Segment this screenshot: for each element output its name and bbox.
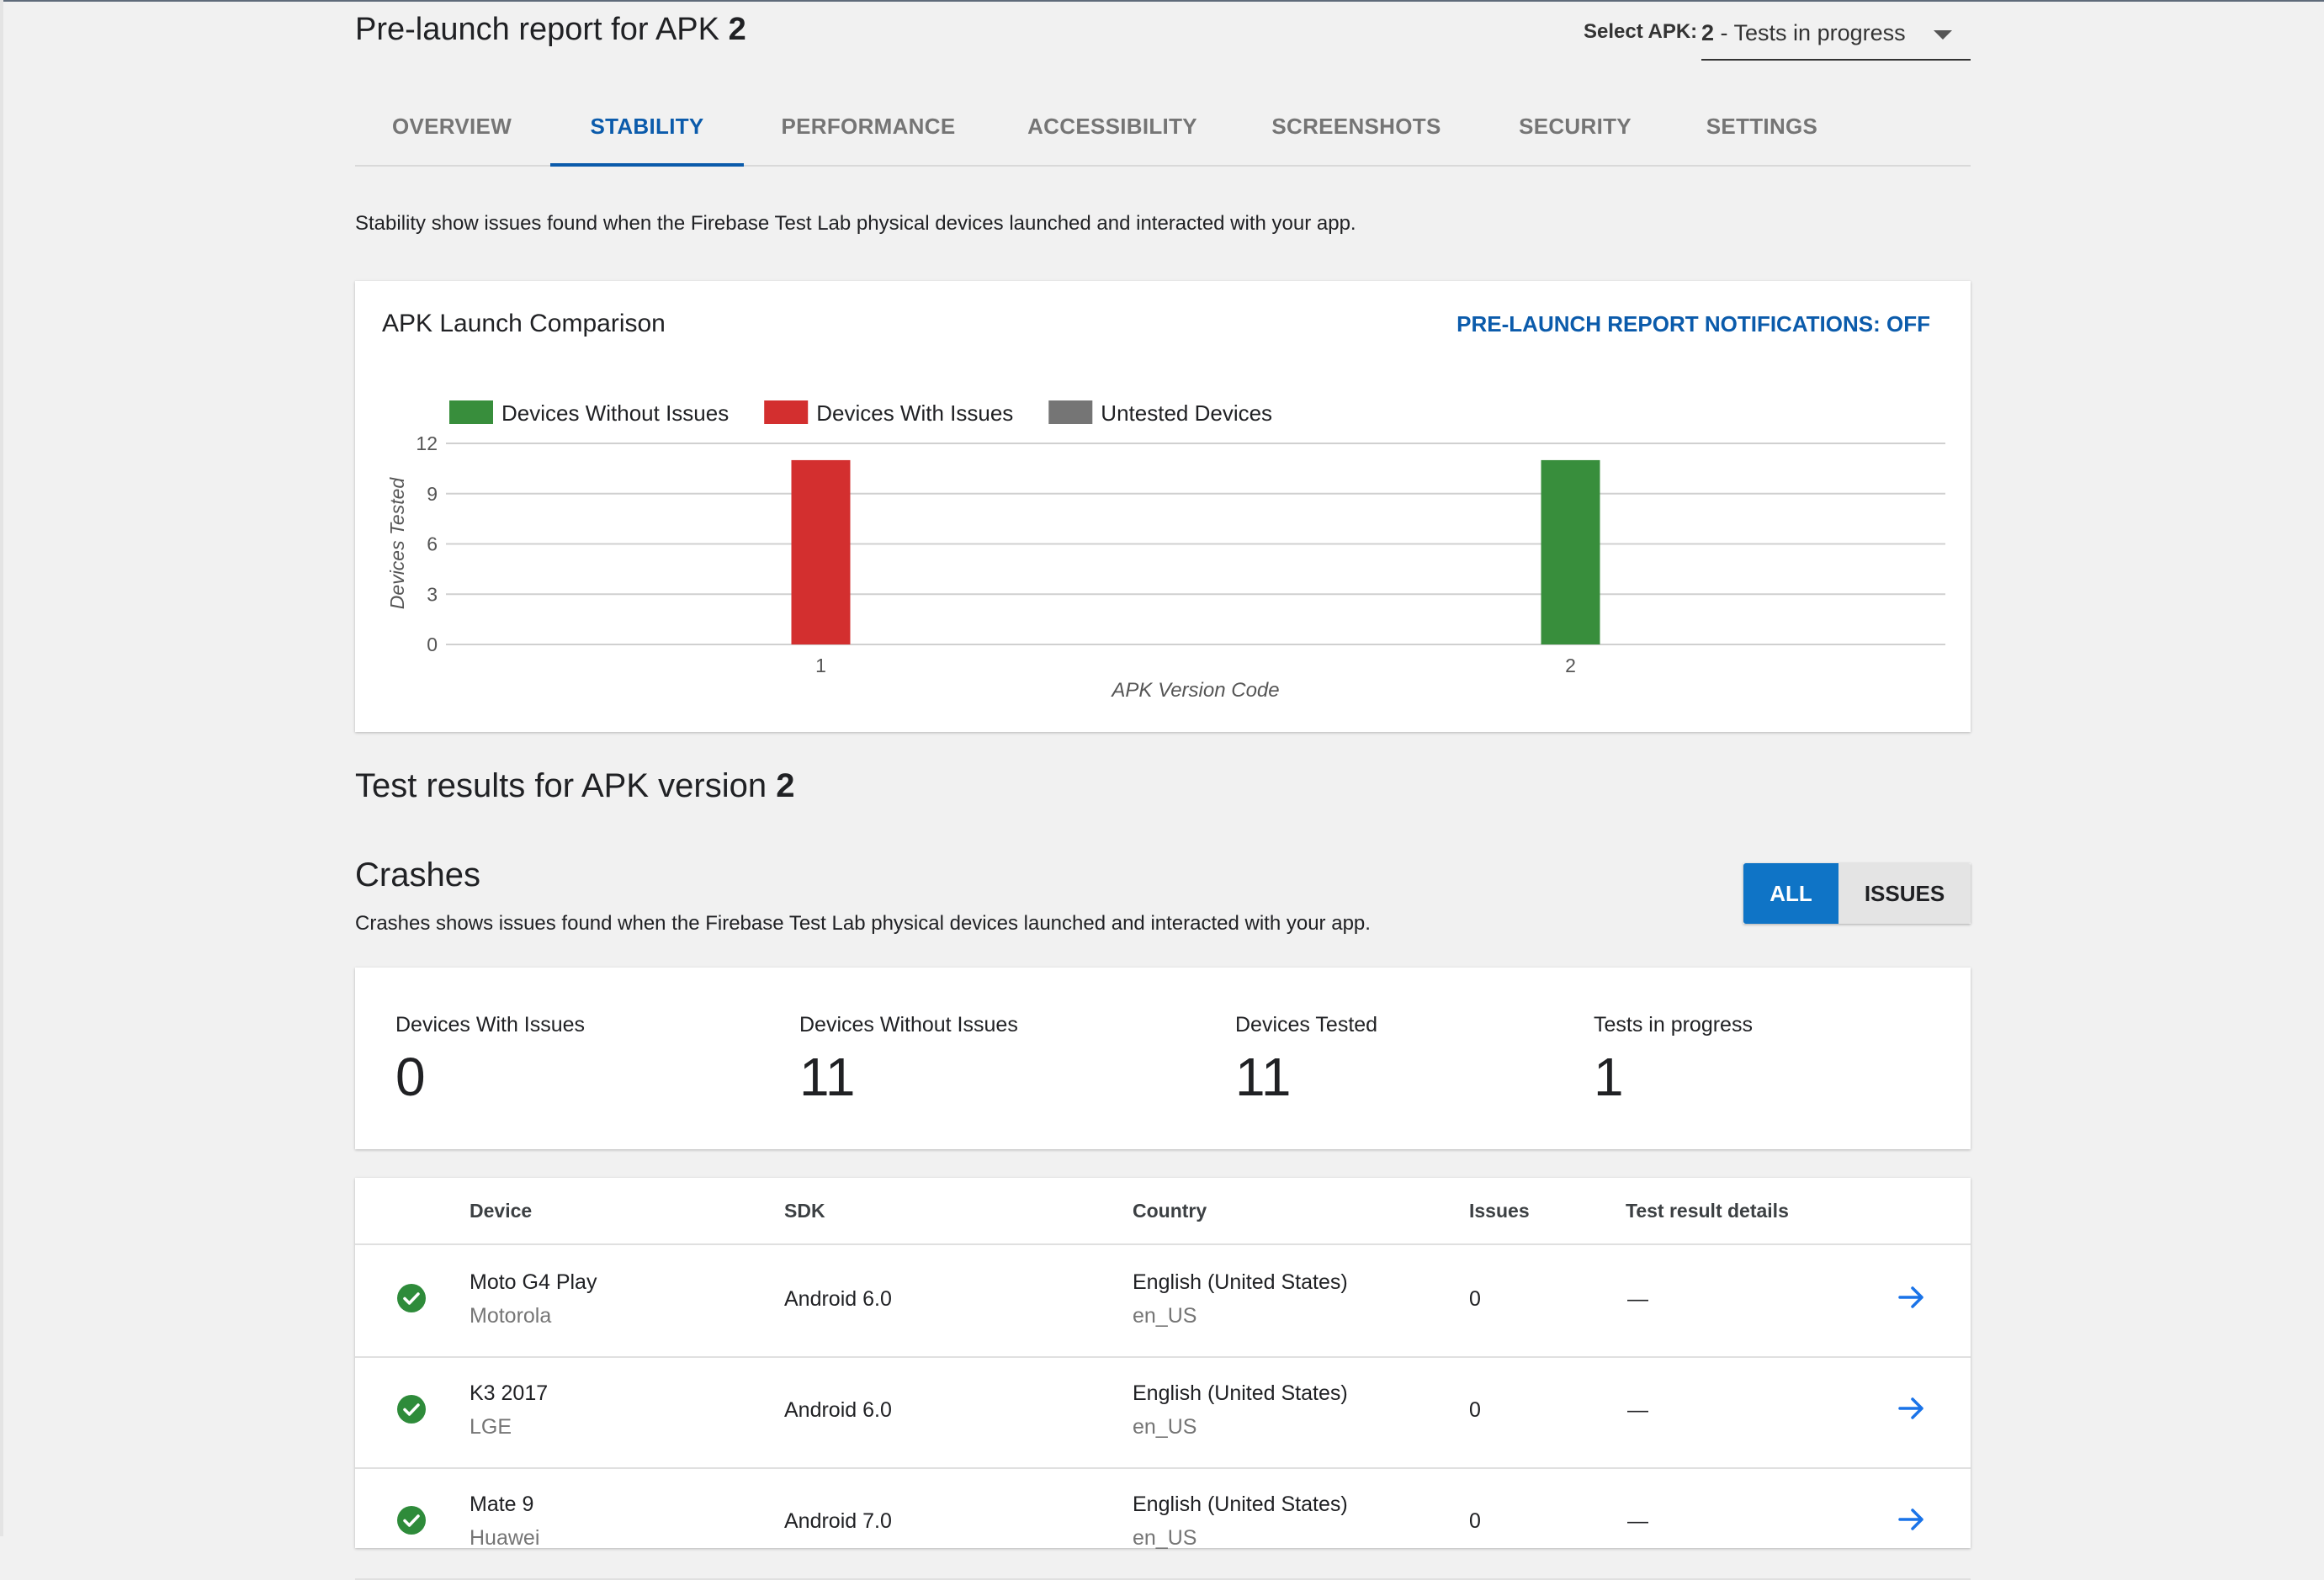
device-results-table: Device SDK Country Issues Test result de… xyxy=(355,1178,1971,1580)
check-circle-icon xyxy=(397,1284,426,1312)
page-header: Pre-launch report for APK 2 Select APK: … xyxy=(355,0,1971,93)
tab-performance[interactable]: PERFORMANCE xyxy=(759,93,978,165)
stat-label: Devices Tested xyxy=(1235,1013,1378,1037)
crash-filter-toggle: ALL ISSUES xyxy=(1743,863,1971,924)
y-axis-label: Devices Tested xyxy=(386,477,408,610)
device-country: English (United States) xyxy=(1133,1270,1348,1294)
left-edge xyxy=(0,0,3,1536)
table-row[interactable]: K3 2017 LGE Android 6.0 English (United … xyxy=(355,1356,1971,1469)
legend-label: Devices With Issues xyxy=(816,400,1013,426)
filter-all-button[interactable]: ALL xyxy=(1743,863,1839,924)
stat-devices-tested: Devices Tested 11 xyxy=(1235,1013,1377,1108)
stat-value: 11 xyxy=(1235,1047,1292,1107)
arrow-forward-icon[interactable] xyxy=(1895,1503,1929,1536)
stat-value: 11 xyxy=(799,1047,856,1107)
device-name: Mate 9 xyxy=(470,1493,534,1516)
bar xyxy=(1541,459,1600,644)
column-header-details: Test result details xyxy=(1626,1200,1789,1222)
arrow-forward-icon[interactable] xyxy=(1895,1280,1929,1314)
arrow-forward-icon[interactable] xyxy=(1895,1392,1929,1425)
x-tick-label: 2 xyxy=(1565,655,1576,676)
device-country: English (United States) xyxy=(1133,1493,1348,1516)
legend-label: Untested Devices xyxy=(1101,400,1272,426)
device-details: — xyxy=(1627,1398,1648,1422)
device-maker: Huawei xyxy=(470,1526,540,1550)
results-heading-prefix: Test results for APK version xyxy=(355,767,767,804)
stat-devices-without-issues: Devices Without Issues 11 xyxy=(799,1013,1018,1108)
table-header: Device SDK Country Issues Test result de… xyxy=(355,1178,1971,1245)
legend-swatch xyxy=(764,400,809,424)
y-tick-label: 0 xyxy=(427,634,438,655)
x-tick-label: 1 xyxy=(815,655,826,676)
apk-select-dropdown[interactable]: 2 - Tests in progress xyxy=(1701,10,1971,61)
device-issues: 0 xyxy=(1469,1509,1481,1533)
launch-comparison-chart: Devices Without Issues Devices With Issue… xyxy=(386,400,1945,702)
device-sdk: Android 6.0 xyxy=(784,1287,892,1311)
stat-devices-with-issues: Devices With Issues 0 xyxy=(395,1013,585,1108)
chevron-down-icon xyxy=(1934,30,1952,40)
x-axis-label: APK Version Code xyxy=(1110,679,1279,702)
stat-label: Devices With Issues xyxy=(395,1013,586,1037)
stability-description: Stability show issues found when the Fir… xyxy=(355,212,1356,235)
device-details: — xyxy=(1627,1509,1648,1533)
report-tabs: OVERVIEW STABILITY PERFORMANCE ACCESSIBI… xyxy=(355,93,1971,167)
crashes-heading: Crashes xyxy=(355,856,480,893)
device-maker: LGE xyxy=(470,1415,512,1439)
apk-launch-comparison-card: APK Launch Comparison PRE-LAUNCH REPORT … xyxy=(355,281,1971,732)
legend-swatch xyxy=(1048,400,1093,424)
legend-label: Devices Without Issues xyxy=(501,400,729,426)
tab-security[interactable]: SECURITY xyxy=(1491,93,1659,165)
device-issues: 0 xyxy=(1469,1398,1481,1422)
tab-stability[interactable]: STABILITY xyxy=(550,93,744,167)
device-sdk: Android 6.0 xyxy=(784,1398,892,1422)
bar xyxy=(791,459,851,644)
y-tick-label: 3 xyxy=(427,583,438,605)
column-header-issues[interactable]: Issues xyxy=(1469,1200,1530,1222)
y-tick-label: 6 xyxy=(427,533,438,555)
crashes-description: Crashes shows issues found when the Fire… xyxy=(355,912,1371,935)
device-details: — xyxy=(1627,1287,1648,1311)
device-issues: 0 xyxy=(1469,1287,1481,1311)
table-row[interactable]: Mate 9 Huawei Android 7.0 English (Unite… xyxy=(355,1467,1971,1580)
apk-select-value: 2 - Tests in progress xyxy=(1701,20,1906,46)
check-circle-icon xyxy=(397,1506,426,1535)
device-country: English (United States) xyxy=(1133,1381,1348,1405)
device-locale: en_US xyxy=(1133,1415,1197,1439)
y-tick-label: 12 xyxy=(416,432,438,454)
crash-stats-card: Devices With Issues 0 Devices Without Is… xyxy=(355,968,1971,1149)
tab-screenshots[interactable]: SCREENSHOTS xyxy=(1247,93,1466,165)
tab-accessibility[interactable]: ACCESSIBILITY xyxy=(1003,93,1222,165)
main-content: Pre-launch report for APK 2 Select APK: … xyxy=(355,0,1971,1580)
column-header-country[interactable]: Country xyxy=(1133,1200,1207,1222)
stat-label: Tests in progress xyxy=(1594,1013,1753,1037)
results-heading: Test results for APK version 2 xyxy=(355,767,794,805)
page-title-prefix: Pre-launch report for APK xyxy=(355,12,719,47)
page-title-apk: 2 xyxy=(728,12,746,47)
device-locale: en_US xyxy=(1133,1304,1197,1328)
apk-select-label: Select APK: xyxy=(1584,20,1698,43)
apk-select-value-rest: - Tests in progress xyxy=(1714,20,1906,45)
tab-overview[interactable]: OVERVIEW xyxy=(355,93,549,165)
device-locale: en_US xyxy=(1133,1526,1197,1550)
device-sdk: Android 7.0 xyxy=(784,1509,892,1533)
legend-swatch xyxy=(449,400,493,424)
column-header-device[interactable]: Device xyxy=(470,1200,532,1222)
table-row[interactable]: Moto G4 Play Motorola Android 6.0 Englis… xyxy=(355,1245,1971,1358)
stat-label: Devices Without Issues xyxy=(799,1013,1018,1037)
apk-select-value-bold: 2 xyxy=(1701,20,1715,45)
stat-tests-in-progress: Tests in progress 1 xyxy=(1594,1013,1753,1108)
stat-value: 1 xyxy=(1594,1047,1624,1107)
results-heading-apk: 2 xyxy=(776,767,795,804)
device-name: K3 2017 xyxy=(470,1381,549,1405)
filter-issues-button[interactable]: ISSUES xyxy=(1839,863,1971,924)
stat-value: 0 xyxy=(395,1047,426,1107)
device-maker: Motorola xyxy=(470,1304,552,1328)
check-circle-icon xyxy=(397,1395,426,1424)
page-title: Pre-launch report for APK 2 xyxy=(355,12,746,48)
device-name: Moto G4 Play xyxy=(470,1270,597,1294)
y-tick-label: 9 xyxy=(427,483,438,505)
tab-settings[interactable]: SETTINGS xyxy=(1678,93,1846,165)
column-header-sdk[interactable]: SDK xyxy=(784,1200,825,1222)
